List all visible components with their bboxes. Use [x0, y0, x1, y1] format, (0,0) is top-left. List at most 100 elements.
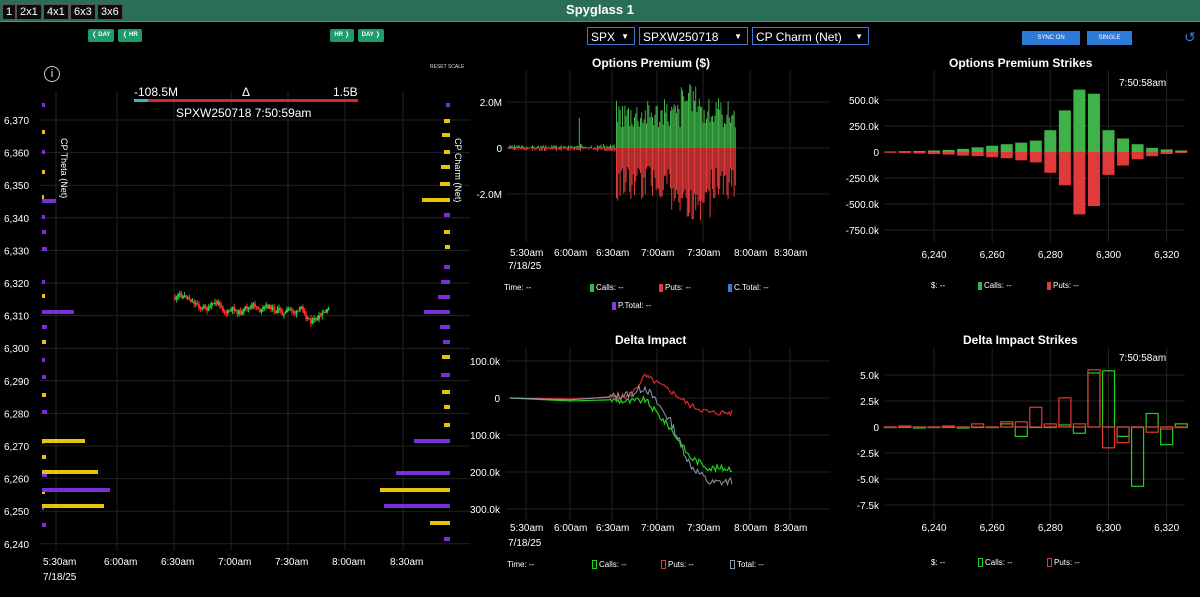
y-tick-label: 6,310: [4, 312, 29, 323]
sync-button[interactable]: SYNC ON: [1022, 31, 1080, 45]
put-bar: [653, 148, 655, 171]
title-bar: 1 2x1 4x1 6x3 3x6 Spyglass 1: [0, 0, 1200, 22]
put-bar: [554, 148, 556, 150]
call-bar: [575, 146, 577, 148]
put-bar: [536, 148, 538, 149]
call-bar: [569, 147, 571, 148]
y-tick-label: -2.5k: [857, 449, 880, 460]
prev-hour-button[interactable]: ❬ HR: [118, 29, 142, 42]
y-tick-label: -300.0k: [470, 505, 501, 516]
candle-body: [180, 293, 183, 298]
call-bar: [670, 110, 671, 148]
put-bar: [625, 148, 627, 183]
call-bar: [671, 106, 673, 148]
call-bar: [695, 86, 697, 148]
metric-select[interactable]: CP Charm (Net) ▼: [752, 27, 869, 45]
y-tick-label: 100.0k: [470, 357, 501, 368]
candle-body: [196, 303, 199, 305]
candle-body: [260, 309, 263, 312]
put-bar: [628, 148, 629, 170]
call-bar: [577, 145, 579, 148]
call-bar: [685, 100, 687, 148]
delta-impact-chart[interactable]: 100.0k 0 -100.0k -200.0k -300.0k 5:30am 6:00am…: [470, 348, 830, 553]
put-bar: [1102, 152, 1115, 175]
call-bar: [566, 147, 568, 148]
call-bar: [556, 146, 557, 148]
di-legend-time: Time: --: [507, 560, 534, 569]
put-bar: [614, 148, 616, 151]
charm-bar: [444, 423, 450, 427]
x-tick-label: 8:30am: [774, 248, 807, 259]
x-tick-label: 7:30am: [275, 557, 308, 568]
call-bar: [625, 115, 627, 148]
dis-puts-val: --: [1074, 558, 1080, 567]
theta-bar: [42, 103, 45, 107]
op-legend-ptotal: P.Total: --: [612, 301, 651, 310]
put-bar: [527, 148, 529, 150]
op-ctotal-label: C.Total:: [734, 283, 762, 292]
call-bar: [647, 100, 649, 148]
calls-swatch: [592, 560, 597, 570]
call-bar: [1044, 130, 1057, 152]
candle-body: [185, 295, 188, 298]
di-lines: [509, 373, 733, 487]
put-bar: [605, 148, 607, 151]
call-bar: [654, 114, 656, 148]
put-bar: [672, 148, 674, 189]
put-bar: [913, 152, 926, 154]
next-hour-button[interactable]: HR ❭: [330, 29, 354, 42]
call-bar: [727, 101, 729, 148]
options-premium-chart[interactable]: 2.0M 0 -2.0M 5:30am 6:00am 6:30am 7:00am 7:30am…: [470, 70, 830, 275]
di-legend-calls: Calls: --: [592, 560, 627, 570]
main-price-chart[interactable]: 6,370 6,360 6,350 6,340 6,330 6,320 6,310 6,300…: [0, 55, 470, 595]
prev-day-button[interactable]: ❬ DAY: [88, 29, 114, 42]
call-bar: [733, 110, 735, 148]
call-bar: [722, 126, 724, 148]
puts-swatch: [661, 560, 666, 570]
call-bar: [622, 106, 623, 148]
put-bar: [1130, 426, 1145, 429]
main-date: 7/18/25: [43, 572, 77, 583]
op-legend-puts: Puts: --: [659, 283, 691, 292]
call-bar: [672, 109, 674, 148]
put-bar: [971, 423, 985, 428]
theta-bar: [42, 325, 47, 329]
put-bar: [660, 148, 662, 198]
call-bar: [568, 145, 569, 148]
symbol-select[interactable]: SPX ▼: [587, 27, 635, 45]
put-bar: [624, 148, 626, 192]
theta-bar: [42, 230, 46, 234]
call-bar: [553, 145, 555, 148]
y-tick-label: -2.0M: [476, 190, 502, 201]
refresh-icon[interactable]: ↺: [1184, 29, 1196, 46]
call-bar: [560, 145, 562, 148]
candle-body: [188, 297, 191, 300]
call-bar: [726, 114, 728, 148]
main-y-axis: 6,370 6,360 6,350 6,340 6,330 6,320 6,310 6,300…: [4, 116, 29, 551]
y-tick-label: 5.0k: [860, 371, 880, 382]
delta-impact-strikes-chart[interactable]: 5.0k 2.5k 0 -2.5k -5.0k -7.5k 6,240 6,260 6,280 6…: [835, 348, 1200, 548]
call-bar: [709, 121, 711, 148]
call-bar: [534, 147, 536, 148]
put-bar: [517, 148, 519, 151]
theta-bar: [42, 410, 47, 414]
theta-strike-bars: [42, 103, 110, 527]
theta-bar: [42, 439, 85, 443]
charm-bar: [444, 230, 450, 234]
next-day-button[interactable]: DAY ❭: [358, 29, 384, 42]
charm-bar: [442, 133, 450, 137]
call-bar: [732, 114, 734, 148]
put-bar: [629, 148, 631, 193]
put-bar: [722, 148, 724, 195]
charm-bar: [442, 355, 450, 359]
put-bar: [676, 148, 677, 191]
expiration-select[interactable]: SPXW250718 ▼: [639, 27, 748, 45]
single-button[interactable]: SINGLE: [1087, 31, 1132, 45]
put-bar: [671, 148, 673, 210]
put-bar: [622, 148, 623, 169]
x-tick-label: 5:30am: [510, 523, 543, 534]
put-bar: [1014, 421, 1028, 428]
put-bar: [725, 148, 727, 176]
call-bar: [1146, 147, 1159, 152]
options-premium-strikes-chart[interactable]: 500.0k 250.0k 0 -250.0k -500.0k -750.0k 6,240 6…: [835, 70, 1200, 270]
